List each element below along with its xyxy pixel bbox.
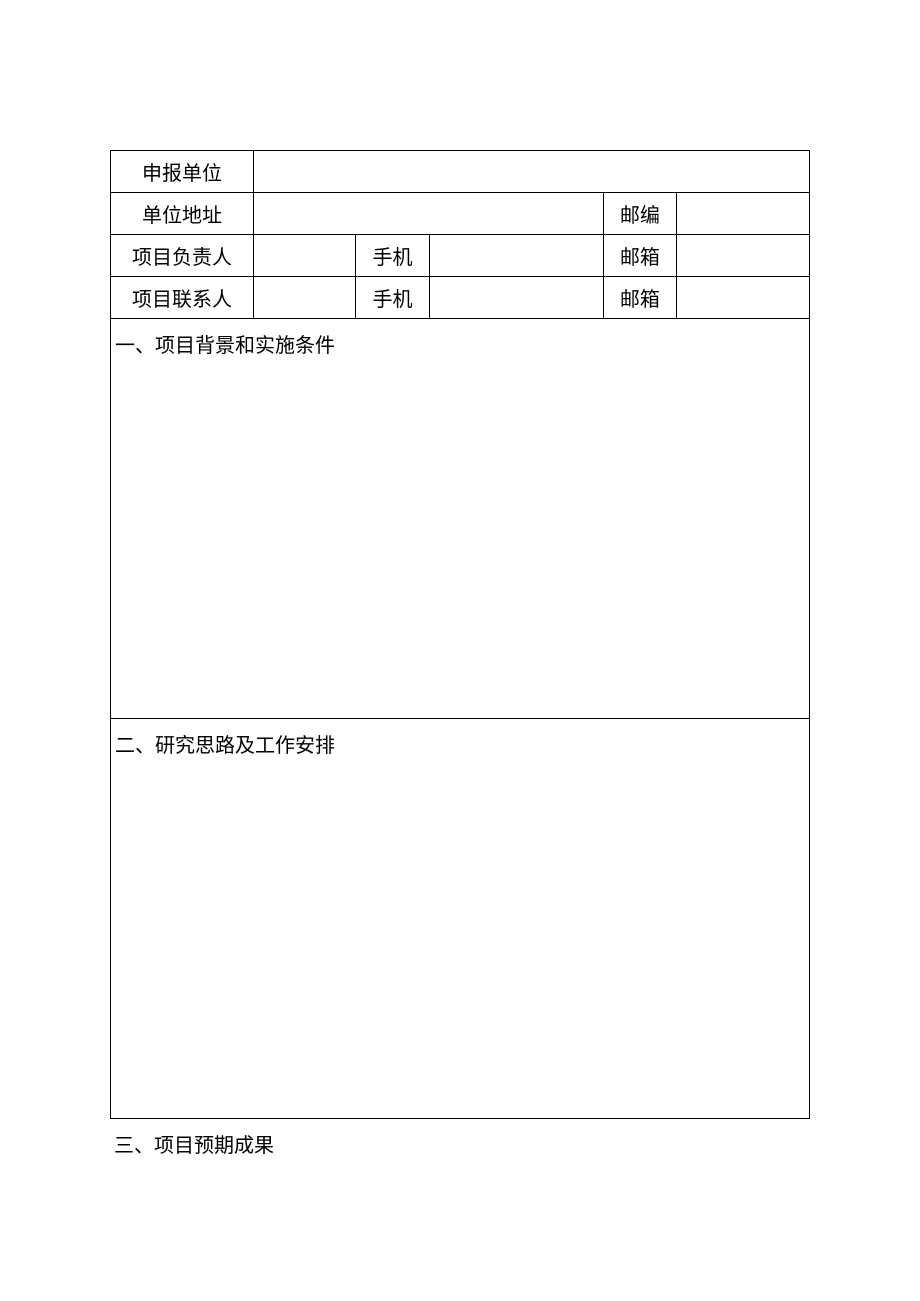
postcode-label: 邮编 bbox=[603, 193, 677, 235]
section-1-title: 一、项目背景和实施条件 bbox=[115, 329, 805, 358]
leader-email-label: 邮箱 bbox=[603, 235, 677, 277]
unit-address-value[interactable] bbox=[254, 193, 603, 235]
contact-phone-value[interactable] bbox=[429, 277, 603, 319]
unit-address-label: 单位地址 bbox=[111, 193, 254, 235]
leader-phone-label: 手机 bbox=[356, 235, 430, 277]
applicant-unit-value[interactable] bbox=[254, 151, 810, 193]
leader-phone-value[interactable] bbox=[429, 235, 603, 277]
section-3-container: 三、项目预期成果 bbox=[110, 1119, 810, 1162]
postcode-value[interactable] bbox=[677, 193, 810, 235]
row-section-2: 二、研究思路及工作安排 bbox=[111, 719, 810, 1119]
project-leader-label: 项目负责人 bbox=[111, 235, 254, 277]
leader-email-value[interactable] bbox=[677, 235, 810, 277]
project-leader-value[interactable] bbox=[254, 235, 356, 277]
contact-email-value[interactable] bbox=[677, 277, 810, 319]
row-project-leader: 项目负责人 手机 邮箱 bbox=[111, 235, 810, 277]
applicant-unit-label: 申报单位 bbox=[111, 151, 254, 193]
section-1-cell[interactable]: 一、项目背景和实施条件 bbox=[111, 319, 810, 719]
row-project-contact: 项目联系人 手机 邮箱 bbox=[111, 277, 810, 319]
section-2-cell[interactable]: 二、研究思路及工作安排 bbox=[111, 719, 810, 1119]
row-applicant-unit: 申报单位 bbox=[111, 151, 810, 193]
section-3-title: 三、项目预期成果 bbox=[114, 1129, 806, 1158]
row-unit-address: 单位地址 邮编 bbox=[111, 193, 810, 235]
row-section-1: 一、项目背景和实施条件 bbox=[111, 319, 810, 719]
application-form-table: 申报单位 单位地址 邮编 项目负责人 手机 邮箱 项目联系人 手机 邮箱 一、项… bbox=[110, 150, 810, 1119]
project-contact-label: 项目联系人 bbox=[111, 277, 254, 319]
section-2-title: 二、研究思路及工作安排 bbox=[115, 729, 805, 758]
contact-email-label: 邮箱 bbox=[603, 277, 677, 319]
contact-phone-label: 手机 bbox=[356, 277, 430, 319]
project-contact-value[interactable] bbox=[254, 277, 356, 319]
